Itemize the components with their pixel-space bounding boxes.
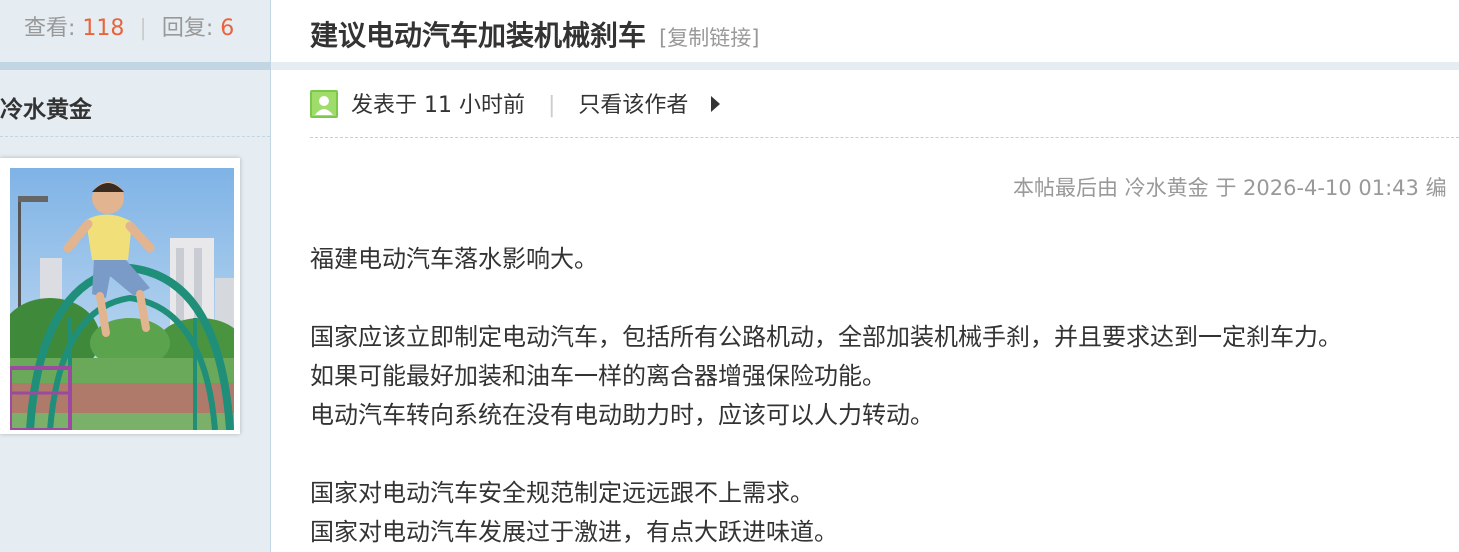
stats-separator: | xyxy=(139,16,147,41)
replies-count: 6 xyxy=(220,16,235,41)
avatar-photo xyxy=(10,168,234,430)
replies-label: 回复: xyxy=(161,16,214,41)
header-band-right xyxy=(271,62,1459,70)
body-line: 如果可能最好加装和油车一样的离合器增强保险功能。 xyxy=(310,362,886,390)
author-only-link[interactable]: 只看该作者 xyxy=(578,93,688,118)
arrow-right-icon xyxy=(711,96,721,112)
online-status-icon xyxy=(310,90,338,118)
meta-separator: | xyxy=(547,93,556,118)
post-meta: 发表于 11 小时前 | 只看该作者 xyxy=(310,90,721,122)
body-line: 国家应该立即制定电动汽车，包括所有公路机动，全部加装机械手刹，并且要求达到一定刹… xyxy=(310,323,1342,351)
divider xyxy=(0,136,270,137)
body-line: 国家对电动汽车发展过于激进，有点大跃进味道。 xyxy=(310,518,838,546)
divider xyxy=(310,137,1459,138)
views-label: 查看: xyxy=(24,16,76,41)
thread-title-row: 建议电动汽车加装机械刹车 [复制链接] xyxy=(310,14,760,54)
body-line xyxy=(310,435,1342,474)
thread-title: 建议电动汽车加装机械刹车 xyxy=(310,19,647,52)
copy-link-button[interactable]: [复制链接] xyxy=(659,26,759,50)
body-line: 电动汽车转向系统在没有电动助力时，应该可以人力转动。 xyxy=(310,401,934,429)
body-line: 福建电动汽车落水影响大。 xyxy=(310,245,598,273)
edit-note: 本帖最后由 冷水黄金 于 2026-4-10 01:43 编 xyxy=(1013,176,1447,200)
thread-stats: 查看: 118 | 回复: 6 xyxy=(0,0,270,62)
views-count: 118 xyxy=(82,16,125,41)
post-body: 福建电动汽车落水影响大。 国家应该立即制定电动汽车，包括所有公路机动，全部加装机… xyxy=(310,240,1342,552)
avatar[interactable] xyxy=(0,158,240,434)
body-line xyxy=(310,279,1342,318)
post-time: 发表于 11 小时前 xyxy=(351,93,525,118)
body-line: 国家对电动汽车安全规范制定远远跟不上需求。 xyxy=(310,479,814,507)
author-name-link[interactable]: 冷水黄金 xyxy=(0,90,92,124)
